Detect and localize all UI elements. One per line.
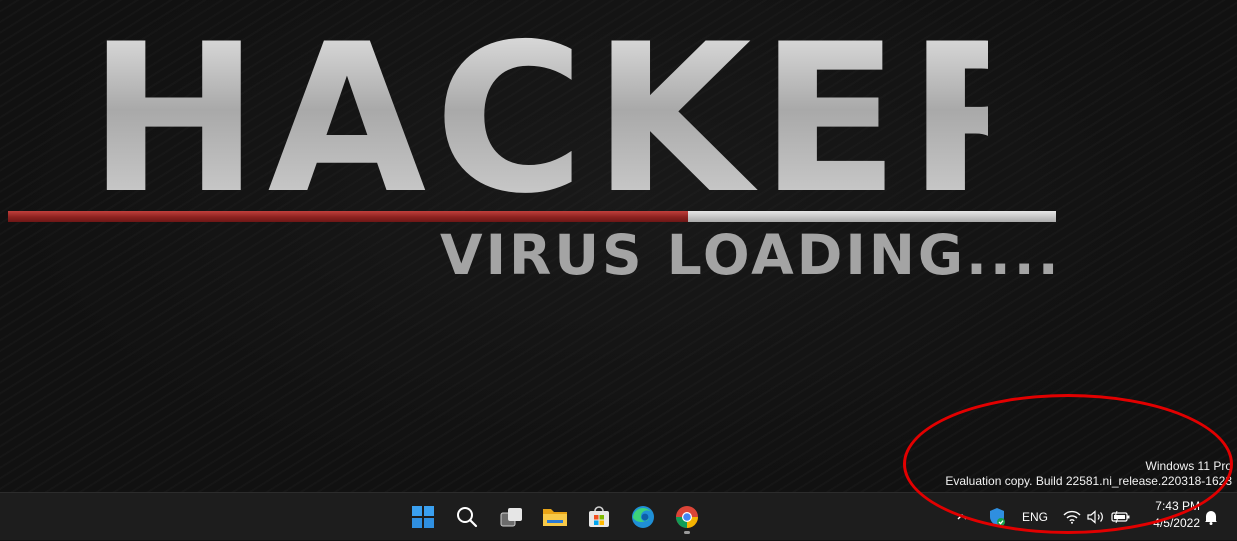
wallpaper-progress-fill xyxy=(8,211,689,222)
taskbar: ENG 7:43 PM 4/5/2022 xyxy=(0,492,1237,540)
volume-button[interactable] xyxy=(1085,493,1107,541)
chrome-icon xyxy=(676,506,698,528)
watermark-edition: Windows 11 Pro xyxy=(1145,459,1232,473)
clock-date: 4/5/2022 xyxy=(1153,516,1200,530)
clock-button[interactable]: 7:43 PM 4/5/2022 xyxy=(1140,498,1200,532)
wallpaper-title: HACKER xyxy=(88,1,1074,239)
search-button[interactable] xyxy=(449,499,485,535)
speaker-icon xyxy=(1087,510,1103,524)
search-icon xyxy=(457,507,478,528)
task-view-button[interactable] xyxy=(494,499,530,535)
watermark-build: Evaluation copy. Build 22581.ni_release.… xyxy=(945,474,1232,488)
chrome-button[interactable] xyxy=(669,499,705,535)
edge-icon xyxy=(632,506,654,528)
battery-button[interactable] xyxy=(1109,493,1133,541)
windows-watermark: Windows 11 Pro Evaluation copy. Build 22… xyxy=(945,459,1232,489)
store-button[interactable] xyxy=(581,499,617,535)
wifi-icon xyxy=(1063,510,1081,524)
desktop-wallpaper: HACKER VIRUS LOADING.... Windows 11 Pro … xyxy=(0,0,1237,492)
wallpaper-progress-bar xyxy=(8,211,1056,222)
edge-button[interactable] xyxy=(625,499,661,535)
running-indicator xyxy=(684,531,690,534)
language-indicator[interactable]: ENG xyxy=(1018,493,1052,541)
notification-bell-icon xyxy=(1205,511,1217,525)
tray-overflow-button[interactable] xyxy=(952,493,972,541)
notification-button[interactable] xyxy=(1201,493,1221,541)
wallpaper-subtitle: VIRUS LOADING.... xyxy=(440,223,1062,287)
start-button[interactable] xyxy=(405,499,441,535)
store-icon xyxy=(589,506,609,527)
folder-icon xyxy=(543,509,567,526)
chevron-up-icon xyxy=(957,514,967,520)
windows-start-icon xyxy=(412,506,434,528)
file-explorer-button[interactable] xyxy=(537,499,573,535)
task-view-icon xyxy=(500,508,522,527)
network-button[interactable] xyxy=(1061,493,1083,541)
battery-icon xyxy=(1111,511,1130,523)
windows-security-icon xyxy=(990,508,1005,526)
clock-time: 7:43 PM xyxy=(1155,499,1200,513)
windows-security-button[interactable] xyxy=(985,493,1009,541)
